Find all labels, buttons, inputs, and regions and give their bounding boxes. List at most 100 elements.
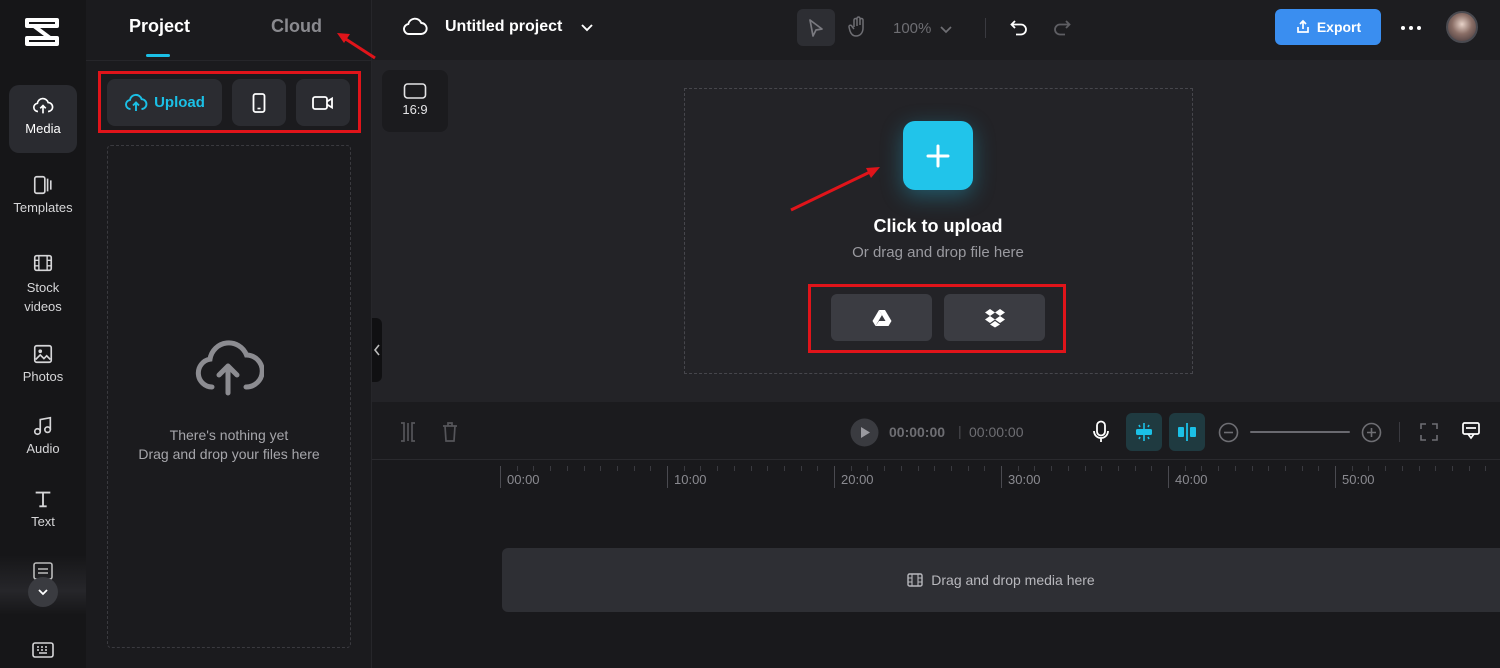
- empty-state-line1: There's nothing yet: [169, 427, 289, 443]
- redo-icon[interactable]: [1052, 17, 1072, 37]
- total-time: 00:00:00: [969, 424, 1024, 440]
- cloud-upload-icon: [33, 97, 54, 114]
- ruler-minor-tick: [867, 466, 868, 471]
- ruler-major-tick: [834, 466, 835, 488]
- ruler-minor-tick: [1485, 466, 1486, 471]
- align-center-icon: [1178, 423, 1196, 441]
- ruler-minor-tick: [1285, 466, 1286, 471]
- ruler-major-tick: [1001, 466, 1002, 488]
- current-time: 00:00:00: [889, 424, 946, 440]
- zoom-level[interactable]: 100%: [893, 20, 931, 37]
- toolbar-divider: [1399, 422, 1400, 442]
- fullscreen-icon[interactable]: [1419, 422, 1439, 442]
- ruler-minor-tick: [1051, 466, 1052, 471]
- annotation-box-upload-options: [98, 71, 361, 133]
- ruler-minor-tick: [817, 466, 818, 471]
- select-tool-button[interactable]: [797, 9, 835, 46]
- trash-icon[interactable]: [440, 421, 460, 443]
- timeline-zoom-slider[interactable]: [1250, 431, 1350, 433]
- rail-item-audio[interactable]: Audio: [0, 415, 86, 456]
- ruler-minor-tick: [1402, 466, 1403, 471]
- zoom-out-icon[interactable]: [1218, 422, 1239, 443]
- zoom-in-icon[interactable]: [1361, 422, 1382, 443]
- empty-state-line2: Drag and drop your files here: [138, 446, 320, 462]
- ruler-tick-label: 50:00: [1342, 472, 1375, 487]
- play-icon[interactable]: [850, 418, 879, 447]
- ruler-minor-tick: [567, 466, 568, 471]
- rail-item-photos[interactable]: Photos: [0, 343, 86, 384]
- rail-item-label: Stock: [26, 280, 60, 295]
- export-icon: [1296, 19, 1309, 33]
- ruler-tick-label: 00:00: [507, 472, 540, 487]
- rail-item-stock-videos[interactable]: Stock videos: [0, 252, 86, 316]
- link-tracks-button[interactable]: [1169, 413, 1205, 451]
- ruler-minor-tick: [1068, 466, 1069, 471]
- track-hint-text: Drag and drop media here: [931, 572, 1095, 588]
- text-t-icon: [35, 491, 51, 508]
- ruler-minor-tick: [650, 466, 651, 471]
- collapse-panel-button[interactable]: [372, 318, 382, 382]
- ruler-minor-tick: [634, 466, 635, 471]
- user-avatar[interactable]: [1446, 11, 1478, 43]
- annotation-arrow-cloud: [337, 33, 376, 60]
- rail-item-label: Templates: [13, 200, 73, 215]
- ruler-minor-tick: [1469, 466, 1470, 471]
- ruler-minor-tick: [751, 466, 752, 471]
- ruler-minor-tick: [700, 466, 701, 471]
- ruler-minor-tick: [533, 466, 534, 471]
- aspect-ratio-label: 16:9: [402, 102, 428, 117]
- ruler-major-tick: [667, 466, 668, 488]
- ruler-minor-tick: [784, 466, 785, 471]
- capcut-logo: [25, 18, 59, 46]
- image-icon: [33, 344, 53, 364]
- keyboard-icon[interactable]: [32, 641, 54, 659]
- drag-drop-hint: Or drag and drop file here: [852, 244, 1024, 261]
- rail-item-templates[interactable]: Templates: [0, 174, 86, 215]
- ruler-minor-tick: [1101, 466, 1102, 471]
- ruler-minor-tick: [684, 466, 685, 471]
- tab-project[interactable]: Project: [129, 16, 190, 37]
- rail-item-text[interactable]: Text: [0, 488, 86, 529]
- ruler-minor-tick: [884, 466, 885, 471]
- left-rail: Media Templates Stock videos Photos Audi…: [0, 0, 86, 668]
- ruler-minor-tick: [1368, 466, 1369, 471]
- plus-icon: [926, 144, 950, 167]
- rail-item-label: Text: [31, 514, 55, 529]
- music-note-icon: [33, 416, 52, 436]
- templates-icon: [33, 175, 52, 195]
- hand-tool-button[interactable]: [845, 13, 871, 41]
- magnet-snap-icon: [1136, 423, 1152, 441]
- feedback-icon[interactable]: [1461, 421, 1481, 441]
- ruler-minor-tick: [1352, 466, 1353, 471]
- chevron-down-icon[interactable]: [939, 25, 953, 35]
- chevron-down-icon: [38, 589, 48, 596]
- ruler-minor-tick: [550, 466, 551, 471]
- ruler-minor-tick: [617, 466, 618, 471]
- split-icon[interactable]: [398, 421, 418, 443]
- project-title[interactable]: Untitled project: [445, 18, 562, 36]
- microphone-icon[interactable]: [1092, 420, 1110, 444]
- ruler-minor-tick: [1268, 466, 1269, 471]
- click-to-upload-text[interactable]: Click to upload: [784, 216, 1092, 237]
- ruler-minor-tick: [600, 466, 601, 471]
- ruler-minor-tick: [1435, 466, 1436, 471]
- ruler-minor-tick: [1385, 466, 1386, 471]
- chevron-down-icon[interactable]: [580, 21, 594, 33]
- export-button[interactable]: Export: [1275, 9, 1381, 45]
- auto-snap-button[interactable]: [1126, 413, 1162, 451]
- ruler-minor-tick: [918, 466, 919, 471]
- ruler-tick-label: 40:00: [1175, 472, 1208, 487]
- ruler-minor-tick: [584, 466, 585, 471]
- aspect-ratio-button[interactable]: 16:9: [382, 70, 448, 132]
- add-media-button[interactable]: [903, 121, 973, 190]
- tab-cloud[interactable]: Cloud: [271, 16, 322, 37]
- rail-expand-button[interactable]: [28, 577, 58, 607]
- ruler-minor-tick: [767, 466, 768, 471]
- rail-item-media[interactable]: Media: [0, 85, 86, 153]
- ruler-minor-tick: [968, 466, 969, 471]
- more-icon[interactable]: [1400, 24, 1422, 32]
- ruler-minor-tick: [717, 466, 718, 471]
- cloud-icon: [403, 17, 428, 35]
- main-track-dropzone[interactable]: Drag and drop media here: [502, 548, 1500, 612]
- undo-icon[interactable]: [1009, 17, 1029, 37]
